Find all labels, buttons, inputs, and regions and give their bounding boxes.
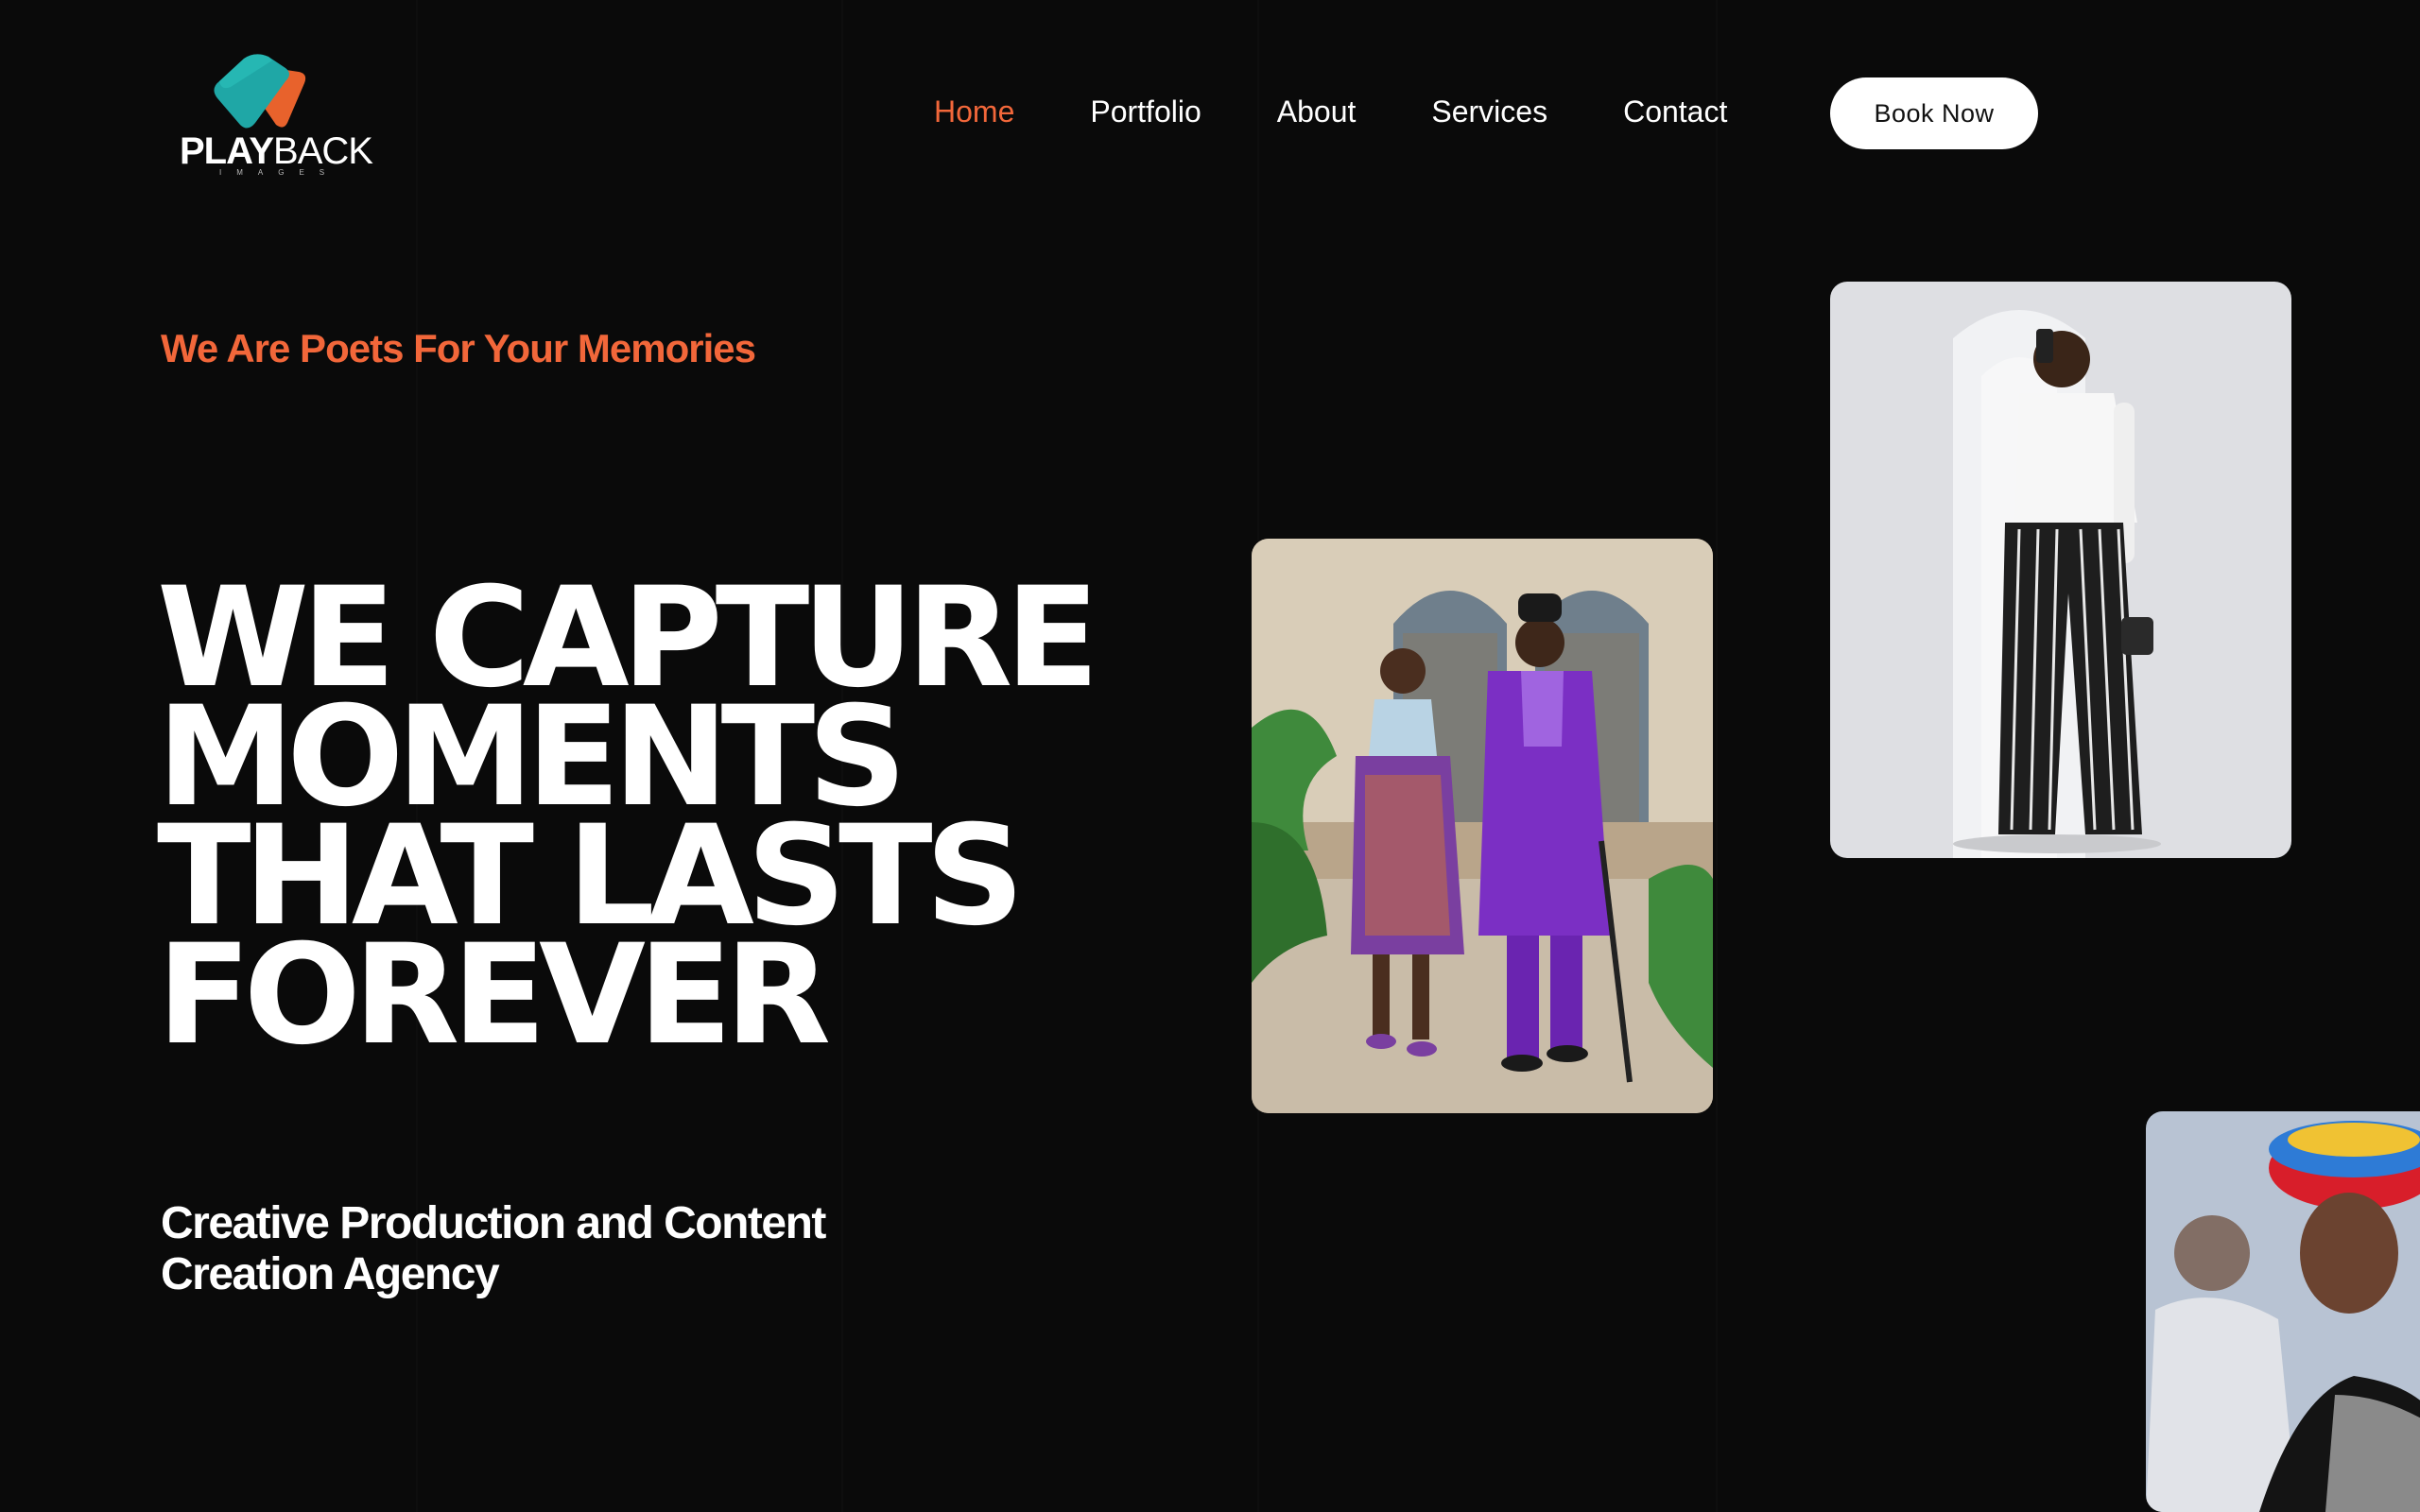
logo-play-icon — [214, 54, 306, 129]
couple-photo-image — [1252, 539, 1713, 1113]
brand-subtitle: IMAGES — [219, 168, 340, 177]
nav-home[interactable]: Home — [934, 91, 1014, 132]
book-now-button[interactable]: Book Now — [1830, 77, 2038, 149]
hero-subheading: Creative Production and Content Creation… — [161, 1198, 826, 1300]
brand-logo[interactable]: PLAYBACK IMAGES — [178, 49, 373, 181]
subheading-line: Creation Agency — [161, 1249, 500, 1299]
nav-portfolio[interactable]: Portfolio — [1090, 91, 1201, 132]
fashion-photo-image — [1830, 282, 2291, 858]
fashion-photo[interactable] — [1830, 282, 2291, 858]
main-nav: Home Portfolio About Services Contact — [934, 91, 1803, 132]
subheading-line: Creative Production and Content — [161, 1198, 826, 1248]
hero-tagline: We Are Poets For Your Memories — [161, 326, 756, 370]
hero-headline: WE CAPTURE MOMENTS THAT LASTS FOREVER — [157, 569, 1099, 1064]
grid-line — [1716, 0, 1718, 1512]
nav-services[interactable]: Services — [1431, 91, 1547, 132]
nav-contact[interactable]: Contact — [1623, 91, 1727, 132]
nav-about[interactable]: About — [1277, 91, 1357, 132]
couple-photo[interactable] — [1252, 539, 1713, 1113]
brand-name-bold: PLAY — [180, 130, 274, 172]
portrait-photo[interactable] — [2146, 1111, 2420, 1512]
brand-wordmark: PLAYBACK — [180, 130, 373, 172]
brand-name-thin: BACK — [273, 130, 373, 172]
portrait-photo-image — [2146, 1111, 2420, 1512]
page: PLAYBACK IMAGES Home Portfolio About Ser… — [0, 0, 2420, 1512]
